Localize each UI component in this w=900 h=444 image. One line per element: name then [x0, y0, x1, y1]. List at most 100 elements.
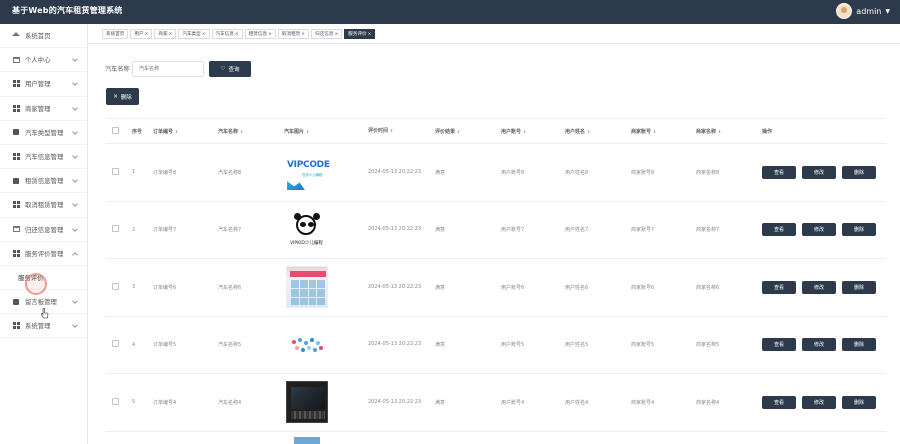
vipcode-logo-image[interactable]: VIPCODE 在线少儿编程	[286, 151, 330, 193]
delete-button[interactable]: 删除	[842, 338, 876, 352]
tab-users[interactable]: 用户 ×	[130, 29, 153, 39]
grid-icon	[12, 201, 20, 209]
row-car-image[interactable]	[280, 381, 364, 424]
row-select[interactable]	[106, 282, 128, 292]
view-button[interactable]: 查看	[762, 280, 796, 294]
header-select-all[interactable]	[106, 126, 128, 136]
sidebar-item-car-info[interactable]: 汽车信息管理	[0, 145, 87, 170]
user-name[interactable]: admin	[856, 7, 881, 16]
header-car-image[interactable]: 汽车图片 ⬍	[280, 128, 364, 135]
view-button[interactable]: 查看	[762, 165, 796, 179]
sidebar-subitem-review[interactable]: 服务评价	[0, 265, 87, 295]
chevron-down-icon[interactable]: ▼	[885, 8, 890, 15]
sort-icon[interactable]: ⬍	[587, 129, 590, 134]
header-user-account[interactable]: 用户账号 ⬍	[497, 128, 561, 135]
row-user-name: 用户姓名4	[565, 399, 589, 406]
close-icon[interactable]: ×	[169, 30, 173, 39]
checkbox[interactable]	[112, 126, 119, 134]
book-cover-image[interactable]	[286, 266, 328, 309]
sidebar-item-label: 归还信息管理	[25, 225, 64, 234]
sidebar-item-car-types[interactable]: 汽车类型管理	[0, 121, 87, 145]
home-icon	[12, 31, 20, 40]
edit-button[interactable]: 修改	[802, 223, 836, 237]
close-icon[interactable]: ×	[301, 30, 305, 39]
delete-button[interactable]: 删除	[842, 395, 876, 409]
checkbox[interactable]	[112, 282, 119, 290]
row-select[interactable]	[106, 340, 128, 349]
tab-rentals[interactable]: 租赁信息 ×	[244, 29, 276, 39]
sidebar-item-profile[interactable]: 个人中心	[0, 48, 87, 73]
sort-icon[interactable]: ⬍	[306, 129, 309, 134]
header-merchant-name[interactable]: 商家名称 ⬍	[692, 128, 758, 135]
sort-icon[interactable]: ⬍	[390, 125, 393, 136]
row-select[interactable]	[106, 167, 128, 177]
sidebar-item-messages[interactable]: 留言板管理	[0, 290, 87, 319]
header-merchant-account[interactable]: 商家账号 ⬍	[627, 128, 692, 135]
close-icon[interactable]: ×	[268, 30, 272, 39]
tab-home[interactable]: 系统首页	[102, 29, 129, 39]
header-car-name[interactable]: 汽车名称 ⬍	[214, 128, 280, 135]
close-icon[interactable]: ×	[334, 30, 338, 39]
edit-button[interactable]: 修改	[802, 395, 836, 409]
tab-car-info[interactable]: 汽车信息 ×	[211, 29, 243, 39]
tab-reviews[interactable]: 服务评价 ×	[344, 29, 376, 39]
dots-graphic-image[interactable]	[286, 324, 328, 366]
header-index: 序号	[132, 128, 143, 135]
sidebar-item-reviews[interactable]: 服务评价管理	[0, 242, 87, 266]
sidebar-item-system[interactable]: 系统管理	[0, 314, 87, 339]
sort-icon[interactable]: ⬍	[175, 129, 178, 134]
checkbox[interactable]	[112, 225, 119, 233]
sort-icon[interactable]: ⬍	[523, 129, 526, 134]
sort-icon[interactable]: ⬍	[457, 129, 460, 134]
close-icon[interactable]: ×	[235, 30, 239, 39]
sidebar-item-home[interactable]: 系统首页	[0, 24, 87, 49]
sort-icon[interactable]: ⬍	[653, 129, 656, 134]
sidebar-item-users[interactable]: 用户管理	[0, 72, 87, 97]
sidebar-item-cancellations[interactable]: 取消租赁管理	[0, 193, 87, 218]
search-button[interactable]: ♡ 查询	[209, 61, 251, 77]
checkbox[interactable]	[112, 397, 119, 405]
view-button[interactable]: 查看	[762, 338, 796, 352]
header-order-no[interactable]: 订单编号 ⬍	[149, 128, 214, 135]
tab-cancellations[interactable]: 取消租赁 ×	[277, 29, 310, 39]
row-car-image[interactable]: VIPKID少儿编程	[280, 209, 364, 251]
sidebar-item-merchants[interactable]: 商家管理	[0, 97, 87, 121]
user-menu[interactable]: admin ▼	[836, 3, 890, 19]
view-button[interactable]: 查看	[762, 395, 796, 409]
row-select[interactable]	[106, 397, 128, 407]
checkbox[interactable]	[112, 167, 119, 175]
row-car-image[interactable]	[280, 324, 364, 366]
search-input[interactable]	[132, 61, 204, 77]
tab-car-types[interactable]: 汽车类型 ×	[178, 29, 210, 39]
sort-icon[interactable]: ⬍	[240, 129, 243, 134]
delete-button[interactable]: 删除	[842, 223, 876, 237]
sort-icon[interactable]: ⬍	[718, 129, 721, 134]
delete-button[interactable]: 删除	[842, 165, 876, 179]
close-icon[interactable]: ×	[368, 30, 372, 39]
edit-button[interactable]: 修改	[802, 165, 836, 179]
delete-selected-button[interactable]: ✕ 删除	[106, 88, 139, 105]
checkbox[interactable]	[112, 340, 119, 348]
view-button[interactable]: 查看	[762, 223, 796, 237]
tab-merchants[interactable]: 商家 ×	[154, 29, 177, 39]
header-user-name[interactable]: 用户姓名 ⬍	[561, 128, 627, 135]
row-car-image[interactable]	[280, 266, 364, 309]
header-review-result[interactable]: 评价结果 ⬍	[431, 128, 497, 135]
sidebar-item-rentals[interactable]: 租赁信息管理	[0, 169, 87, 194]
row-index: 5	[132, 399, 136, 406]
edit-button[interactable]: 修改	[802, 280, 836, 294]
delete-button[interactable]: 删除	[842, 280, 876, 294]
panda-logo-image[interactable]: VIPKID少儿编程	[286, 209, 328, 251]
close-icon[interactable]: ×	[202, 30, 206, 39]
tab-label: 汽车类型	[182, 31, 201, 37]
tab-returns[interactable]: 归还信息 ×	[311, 29, 343, 39]
avatar[interactable]	[836, 3, 853, 19]
row-select[interactable]	[106, 225, 128, 234]
close-icon[interactable]: ×	[145, 30, 149, 39]
dark-device-image[interactable]	[286, 381, 328, 424]
row-merchant-name: 商家名称8	[696, 169, 720, 176]
edit-button[interactable]: 修改	[802, 338, 836, 352]
header-review-time[interactable]: 评价时间 ⬍	[364, 125, 431, 137]
row-car-image[interactable]: VIPCODE 在线少儿编程	[280, 151, 364, 193]
sidebar-item-returns[interactable]: 归还信息管理	[0, 218, 87, 242]
